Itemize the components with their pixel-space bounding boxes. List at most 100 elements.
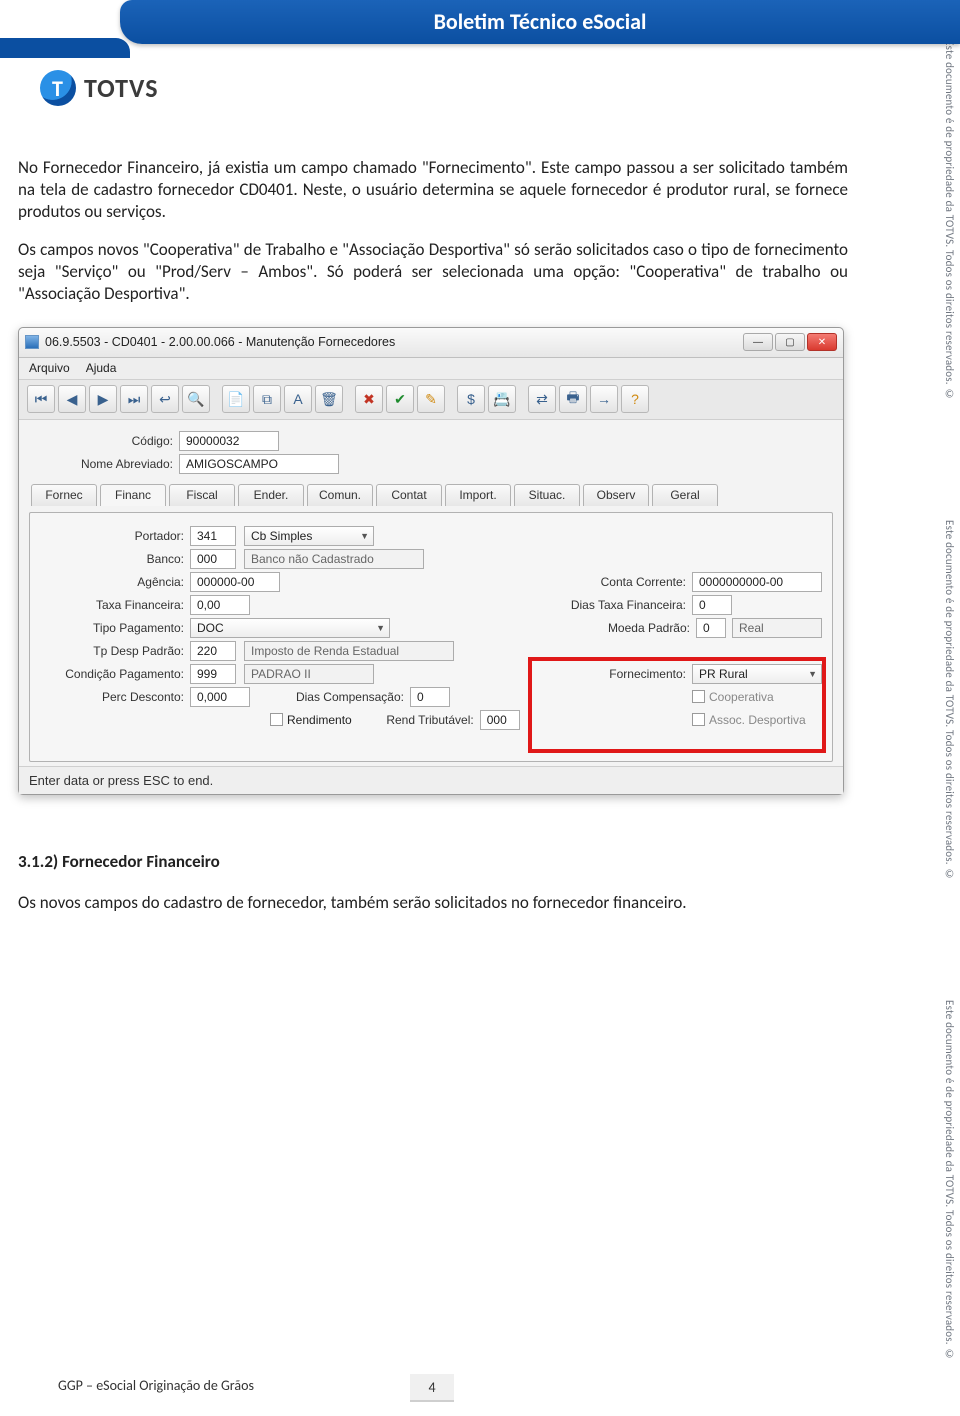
- menu-ajuda[interactable]: Ajuda: [86, 361, 117, 375]
- portador-label: Portador:: [40, 529, 190, 543]
- dias-taxa-input[interactable]: 0: [692, 595, 732, 615]
- tab-strip: Fornec Financ Fiscal Ender. Comun. Conta…: [31, 484, 833, 506]
- tab-fornec[interactable]: Fornec: [31, 484, 97, 506]
- fornecimento-label: Fornecimento:: [582, 667, 692, 681]
- dias-taxa-label: Dias Taxa Financeira:: [542, 598, 692, 612]
- page-number: 4: [410, 1374, 454, 1402]
- codigo-label: Código:: [29, 434, 179, 448]
- side-note: Este documento é de propriedade da TOTVS…: [938, 1000, 956, 1361]
- nome-abreviado-label: Nome Abreviado:: [29, 457, 179, 471]
- font-icon[interactable]: A: [284, 385, 312, 413]
- cooperativa-checkbox[interactable]: [692, 690, 705, 703]
- help-icon[interactable]: ?: [621, 385, 649, 413]
- brand-logo: TOTVS: [40, 70, 159, 106]
- cooperativa-label: Cooperativa: [709, 690, 774, 704]
- last-record-icon[interactable]: ⏭: [120, 385, 148, 413]
- next-record-icon[interactable]: ▶: [89, 385, 117, 413]
- banco-label: Banco:: [40, 552, 190, 566]
- menu-arquivo[interactable]: Arquivo: [29, 361, 70, 375]
- moeda-padrao-label: Moeda Padrão:: [586, 621, 696, 635]
- minimize-button[interactable]: —: [743, 333, 773, 351]
- page-header-ribbon: Boletim Técnico eSocial: [0, 0, 960, 70]
- tab-situac[interactable]: Situac.: [514, 484, 580, 506]
- maximize-button[interactable]: ▢: [775, 333, 805, 351]
- codigo-input[interactable]: 90000032: [179, 431, 279, 451]
- tipo-pagamento-combo[interactable]: DOC▼: [190, 618, 390, 638]
- confirm-icon[interactable]: ✔: [386, 385, 414, 413]
- report-icon[interactable]: 📇: [488, 385, 516, 413]
- perc-desc-input[interactable]: 0,000: [190, 687, 250, 707]
- tab-geral[interactable]: Geral: [652, 484, 718, 506]
- banco-input[interactable]: 000: [190, 549, 236, 569]
- dias-comp-input[interactable]: 0: [410, 687, 450, 707]
- print-icon[interactable]: 🖶: [559, 385, 587, 413]
- totvs-icon: [40, 70, 76, 106]
- tp-desp-desc: Imposto de Renda Estadual: [244, 641, 454, 661]
- body-paragraph-2: Os campos novos "Cooperativa" de Trabalh…: [18, 239, 848, 304]
- assoc-desportiva-checkbox[interactable]: [692, 713, 705, 726]
- conta-corrente-input[interactable]: 0000000000-00: [692, 572, 822, 592]
- tab-contat[interactable]: Contat: [376, 484, 442, 506]
- cond-pag-input[interactable]: 999: [190, 664, 236, 684]
- search-icon[interactable]: 🔍: [182, 385, 210, 413]
- moeda-padrao-desc: Real: [732, 618, 822, 638]
- tab-observ[interactable]: Observ: [583, 484, 649, 506]
- exit-icon[interactable]: →: [590, 385, 618, 413]
- conta-corrente-label: Conta Corrente:: [562, 575, 692, 589]
- nome-abreviado-input[interactable]: AMIGOSCAMPO: [179, 454, 339, 474]
- cancel-icon[interactable]: ✖: [355, 385, 383, 413]
- agencia-input[interactable]: 000000-00: [190, 572, 280, 592]
- edit-icon[interactable]: ✎: [417, 385, 445, 413]
- tp-desp-input[interactable]: 220: [190, 641, 236, 661]
- portador-input[interactable]: 341: [190, 526, 236, 546]
- body-paragraph-1: No Fornecedor Financeiro, já existia um …: [18, 157, 848, 222]
- tab-import[interactable]: Import.: [445, 484, 511, 506]
- copy-icon[interactable]: ⧉: [253, 385, 281, 413]
- taxa-financeira-label: Taxa Financeira:: [40, 598, 190, 612]
- chevron-down-icon: ▼: [808, 669, 817, 679]
- brand-name: TOTVS: [84, 72, 159, 104]
- banco-desc: Banco não Cadastrado: [244, 549, 424, 569]
- agencia-label: Agência:: [40, 575, 190, 589]
- currency-icon[interactable]: $: [457, 385, 485, 413]
- window-titlebar: 06.9.5503 - CD0401 - 2.00.00.066 - Manut…: [19, 328, 843, 358]
- tab-fiscal[interactable]: Fiscal: [169, 484, 235, 506]
- cond-pag-desc: PADRAO II: [244, 664, 374, 684]
- close-button[interactable]: ✕: [807, 333, 837, 351]
- taxa-financeira-input[interactable]: 0,00: [190, 595, 250, 615]
- first-record-icon[interactable]: ⏮: [27, 385, 55, 413]
- dias-comp-label: Dias Compensação:: [280, 690, 410, 704]
- chevron-down-icon: ▼: [360, 531, 369, 541]
- rend-trib-label: Rend Tributável:: [370, 713, 480, 727]
- status-bar: Enter data or press ESC to end.: [19, 766, 843, 794]
- new-icon[interactable]: 📄: [222, 385, 250, 413]
- tipo-pagamento-label: Tipo Pagamento:: [40, 621, 190, 635]
- tab-ender[interactable]: Ender.: [238, 484, 304, 506]
- moeda-padrao-code[interactable]: 0: [696, 618, 726, 638]
- rendimento-label: Rendimento: [287, 713, 352, 727]
- link-icon[interactable]: ⇄: [528, 385, 556, 413]
- section-heading: 3.1.2) Fornecedor Financeiro: [18, 851, 848, 872]
- assoc-desportiva-label: Assoc. Desportiva: [709, 713, 806, 727]
- rendimento-checkbox[interactable]: [270, 713, 283, 726]
- body-paragraph-3: Os novos campos do cadastro de fornecedo…: [18, 892, 848, 914]
- app-icon: [25, 335, 39, 349]
- tab-financ[interactable]: Financ: [100, 484, 166, 506]
- portador-combo[interactable]: Cb Simples▼: [244, 526, 374, 546]
- tp-desp-label: Tp Desp Padrão:: [40, 644, 190, 658]
- menu-bar: Arquivo Ajuda: [19, 358, 843, 380]
- tab-comun[interactable]: Comun.: [307, 484, 373, 506]
- window-title: 06.9.5503 - CD0401 - 2.00.00.066 - Manut…: [45, 335, 395, 349]
- fornecimento-combo[interactable]: PR Rural▼: [692, 664, 822, 684]
- page-footer: GGP – eSocial Originação de Grãos: [58, 1377, 254, 1394]
- chevron-down-icon: ▼: [376, 623, 385, 633]
- delete-icon[interactable]: 🗑: [315, 385, 343, 413]
- tab-body-financ: Portador: 341 Cb Simples▼ Banco: 000 Ban…: [29, 512, 833, 762]
- prev-record-icon[interactable]: ◀: [58, 385, 86, 413]
- rend-trib-input[interactable]: 000: [480, 710, 520, 730]
- toolbar: ⏮ ◀ ▶ ⏭ ↩ 🔍 📄 ⧉ A 🗑 ✖ ✔ ✎ $ 📇 ⇄ 🖶 → ?: [19, 380, 843, 420]
- page-title: Boletim Técnico eSocial: [120, 0, 960, 44]
- side-note: Este documento é de propriedade da TOTVS…: [938, 520, 956, 881]
- goto-icon[interactable]: ↩: [151, 385, 179, 413]
- side-note: Este documento é de propriedade da TOTVS…: [938, 40, 956, 401]
